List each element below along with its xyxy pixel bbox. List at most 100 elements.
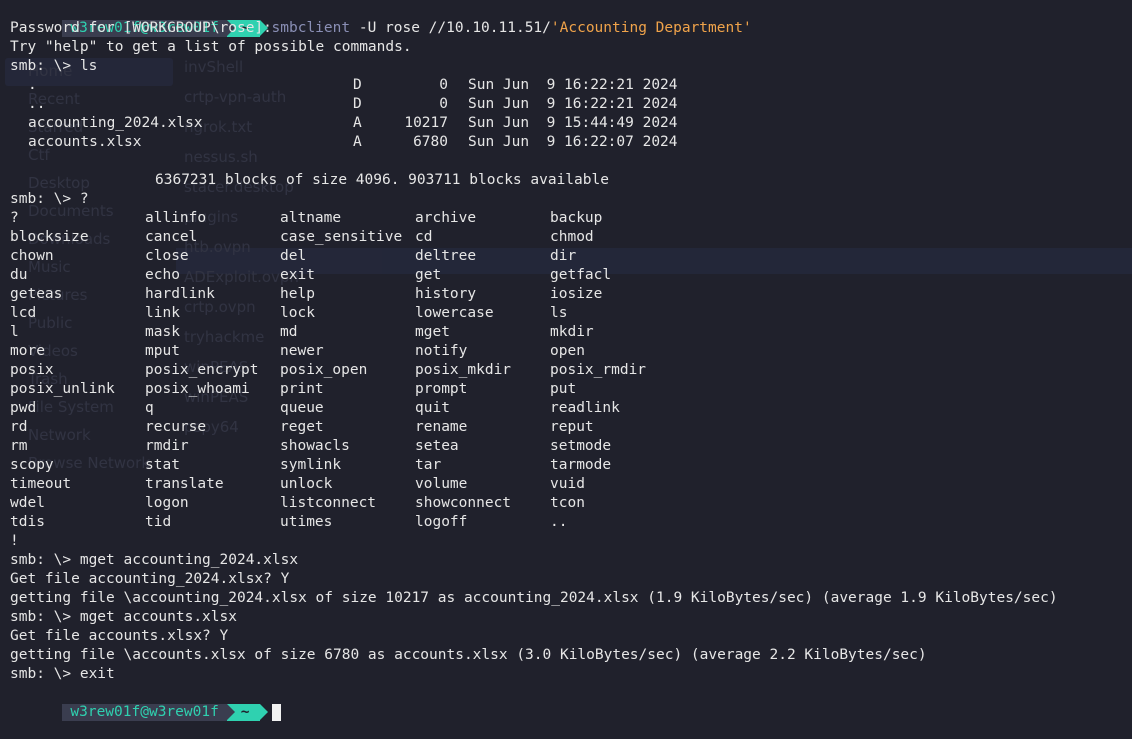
- help-command: mask: [145, 324, 180, 340]
- help-command: volume: [415, 476, 468, 492]
- help-command: help: [280, 286, 315, 302]
- help-command: posix_rmdir: [550, 362, 647, 378]
- help-command: tdis: [10, 514, 45, 530]
- terminal-output: w3rew01f@w3rew01f ~ smbclient -U rose //10…: [10, 0, 1058, 721]
- help-command: newer: [280, 343, 324, 359]
- help-command: quit: [415, 400, 450, 416]
- file-size: 6780: [413, 134, 448, 150]
- help-row: du echo exit get getfacl: [10, 266, 1058, 285]
- file-size: 0: [439, 96, 448, 112]
- help-command: open: [550, 343, 585, 359]
- file-date: Sun Jun 9 16:22:07 2024: [468, 134, 678, 150]
- help-command: mput: [145, 343, 180, 359]
- help-command: recurse: [145, 419, 207, 435]
- help-row: chown close del deltree dir: [10, 247, 1058, 266]
- help-row: blocksize cancel case_sensitive cd chmod: [10, 228, 1058, 247]
- help-command: rename: [415, 419, 468, 435]
- help-command: allinfo: [145, 210, 207, 226]
- output-line: getting file \accounts.xlsx of size 6780…: [10, 647, 927, 663]
- help-command: pwd: [10, 400, 37, 416]
- help-row: more mput newer notify open: [10, 342, 1058, 361]
- listing-row: . D 0 Sun Jun 9 16:22:21 2024: [10, 76, 1058, 95]
- help-command: mkdir: [550, 324, 594, 340]
- help-command-list: ? allinfo altname archive backup blocksize can…: [10, 209, 1058, 532]
- help-command: readlink: [550, 400, 620, 416]
- output-line: getting file \accounting_2024.xlsx of si…: [10, 590, 1058, 606]
- smb-command-line: smb: \> mget accounts.xlsx: [10, 609, 237, 625]
- file-size: 10217: [404, 115, 448, 131]
- help-command: posix_mkdir: [415, 362, 512, 378]
- listing-row: accounts.xlsx A 6780 Sun Jun 9 16:22:07 202…: [10, 133, 1058, 152]
- help-command: lock: [280, 305, 315, 321]
- help-command: chmod: [550, 229, 594, 245]
- file-name: accounts.xlsx: [28, 134, 142, 150]
- help-command: setmode: [550, 438, 612, 454]
- help-command: rmdir: [145, 438, 189, 454]
- smb-command-line: smb: \> mget accounting_2024.xlsx: [10, 552, 299, 568]
- help-command: setea: [415, 438, 459, 454]
- help-command: iosize: [550, 286, 603, 302]
- help-row: lcd link lock lowercase ls: [10, 304, 1058, 323]
- help-command: tcon: [550, 495, 585, 511]
- help-command: queue: [280, 400, 324, 416]
- help-command: altname: [280, 210, 342, 226]
- help-command: timeout: [10, 476, 72, 492]
- help-command: reput: [550, 419, 594, 435]
- file-attr: D: [353, 96, 362, 112]
- help-command: lowercase: [415, 305, 494, 321]
- help-row: tdis tid utimes logoff..: [10, 513, 1058, 532]
- help-command: geteas: [10, 286, 63, 302]
- help-command: cancel: [145, 229, 198, 245]
- file-date: Sun Jun 9 16:22:21 2024: [468, 96, 678, 112]
- prompt-dir: ~: [226, 704, 268, 721]
- help-command: mget: [415, 324, 450, 340]
- help-command: l: [10, 324, 19, 340]
- help-command: unlock: [280, 476, 333, 492]
- smb-command-line: smb: \> ?: [10, 191, 89, 207]
- help-command: du: [10, 267, 28, 283]
- help-row: geteas hardlink help history iosize: [10, 285, 1058, 304]
- help-row: posix_unlink posix_whoami print prompt put: [10, 380, 1058, 399]
- help-row: wdel logon listconnect showconnect tcon: [10, 494, 1058, 513]
- help-command: exit: [280, 267, 315, 283]
- help-command: scopy: [10, 457, 54, 473]
- help-command: backup: [550, 210, 603, 226]
- output-line: Password for [WORKGROUP\rose]:: [10, 20, 272, 36]
- help-command: cd: [415, 229, 433, 245]
- terminal-window[interactable]: Home Recent Starred Ctf Desktop Documents Down…: [0, 0, 1132, 739]
- help-command: logoff: [415, 514, 468, 530]
- help-command: symlink: [280, 457, 342, 473]
- help-row: rm rmdir showacls setea setmode: [10, 437, 1058, 456]
- help-command: reget: [280, 419, 324, 435]
- output-line: Get file accounts.xlsx? Y: [10, 628, 229, 644]
- help-command: get: [415, 267, 442, 283]
- help-row: l mask md mget mkdir: [10, 323, 1058, 342]
- help-command: deltree: [415, 248, 477, 264]
- output-line: !: [10, 533, 19, 549]
- help-command: posix_encrypt: [145, 362, 259, 378]
- help-row: rd recurse reget rename reput: [10, 418, 1058, 437]
- help-command: dir: [550, 248, 577, 264]
- file-name: accounting_2024.xlsx: [28, 115, 203, 131]
- help-command: vuid: [550, 476, 585, 492]
- help-command: prompt: [415, 381, 468, 397]
- prompt-line[interactable]: w3rew01f@w3rew01f ~: [10, 684, 1058, 721]
- help-command: archive: [415, 210, 477, 226]
- help-command: translate: [145, 476, 224, 492]
- help-command: showconnect: [415, 495, 512, 511]
- help-command: echo: [145, 267, 180, 283]
- help-row: posix posix_encrypt posix_open posix_mkdir p…: [10, 361, 1058, 380]
- file-size: 0: [439, 77, 448, 93]
- help-command: posix: [10, 362, 54, 378]
- help-command: case_sensitive: [280, 229, 403, 245]
- help-command: q: [145, 400, 154, 416]
- file-date: Sun Jun 9 15:44:49 2024: [468, 115, 678, 131]
- help-row: timeout translate unlock volume vuid: [10, 475, 1058, 494]
- help-command: tar: [415, 457, 442, 473]
- help-row: scopy stat symlink tar tarmode: [10, 456, 1058, 475]
- listing-row: .. D 0 Sun Jun 9 16:22:21 2024: [10, 95, 1058, 114]
- text-cursor[interactable]: [271, 703, 281, 721]
- help-command: logon: [145, 495, 189, 511]
- file-name: ..: [28, 96, 46, 112]
- help-command: utimes: [280, 514, 333, 530]
